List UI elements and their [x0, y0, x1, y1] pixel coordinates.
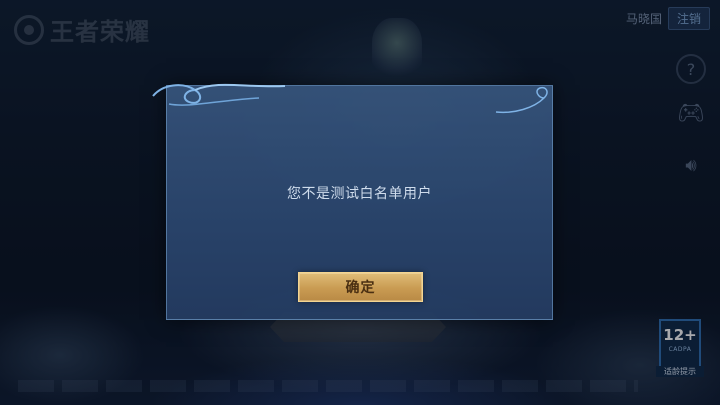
confirm-button[interactable]: 确定 [298, 272, 423, 302]
corner-ornament-icon [495, 86, 548, 114]
game-login-screen: 王者荣耀 马晓国 注销 ? 🎮︎ 🔊︎ 12+ CADPA 适龄提示 您不是测试… [0, 0, 720, 405]
alert-dialog: 您不是测试白名单用户 确定 [152, 83, 553, 320]
dialog-message: 您不是测试白名单用户 [287, 186, 432, 202]
